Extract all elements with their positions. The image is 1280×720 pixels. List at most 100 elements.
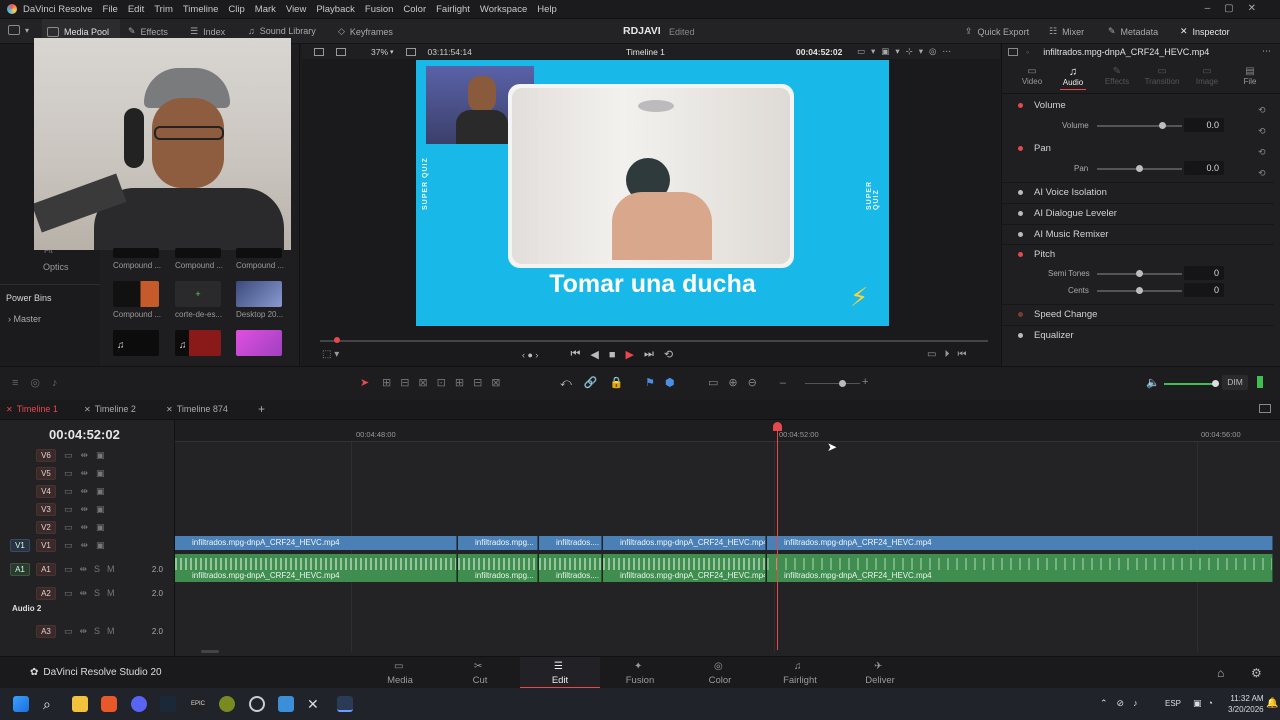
ai-music-remixer[interactable]: AI Music Remixer [1002,224,1274,244]
home-icon[interactable]: ⌂ [1217,666,1224,680]
sound-library-button[interactable]: ♫ Sound Library [248,26,316,36]
page-edit[interactable]: ☰ Edit [520,657,600,689]
flag-marker-icons[interactable]: ⚑⬢ [645,376,684,389]
horizontal-scrollbar[interactable] [201,650,219,653]
effects-button[interactable]: ✎ Effects [128,26,168,37]
layout-icons[interactable]: ▾ [8,25,29,35]
go-to-end-icon[interactable]: ⏭ [644,348,654,361]
menu-edit[interactable]: Edit [128,4,144,15]
loop-icon[interactable]: ⟲ [664,348,673,361]
media-item[interactable]: ♫ [175,330,221,356]
davinci-taskbar-icon[interactable] [337,696,353,712]
tab-effects[interactable]: ✎ Effects [1104,66,1130,86]
epic-games-icon[interactable]: EPIC [190,696,206,712]
tab-image[interactable]: ▭ Image [1194,66,1220,86]
playhead[interactable] [773,422,782,650]
menu-help[interactable]: Help [537,4,557,15]
page-fairlight[interactable]: ♫ Fairlight [760,657,840,689]
capcut-icon[interactable]: ✕ [307,696,323,712]
media-item[interactable]: ♫ [113,330,159,356]
timeline-ruler[interactable]: 00:04:48:00 00:04:52:00 00:04:56:00 [175,420,1280,442]
selection-tool-icon[interactable]: ➤ [360,376,369,389]
menu-trim[interactable]: Trim [154,4,173,15]
audio-clip[interactable]: infiltrados.mpg-dnpA_CRF24_HEVC.mp4 [175,554,457,582]
settings-gear-icon[interactable]: ⚙ [1251,666,1262,680]
steam-icon[interactable] [160,696,176,712]
media-item[interactable]: + corte-de-es... [175,281,225,319]
media-item[interactable]: Compound ... [175,248,225,270]
equalizer-section[interactable]: Equalizer [1002,325,1274,345]
menu-playback[interactable]: Playback [316,4,355,15]
timeline-view-icons[interactable]: ≡◎♪ [12,376,70,389]
notifications-icon[interactable]: 🔔 [1266,698,1278,709]
bin-optics[interactable]: Optics [43,262,69,272]
track-a3[interactable]: A3 ▭⇹SM 2.0 [0,622,175,640]
track-v5[interactable]: V5 ▭⇹▣ [0,464,175,482]
zoom-slider[interactable] [805,380,860,387]
video-clip[interactable]: infiltrados.mpg-dnpA_CRF24_HEVC.mp4 [175,536,457,550]
video-clip[interactable]: infiltrados.mpg-dnpA_CRF24_HEVC.mp4 [767,536,1273,550]
zoom-mode-icons[interactable]: ▭⊕⊖ – [708,376,796,389]
media-item[interactable]: Desktop 20... [236,281,286,319]
stop-icon[interactable]: ■ [609,349,616,361]
metadata-button[interactable]: ✎ Metadata [1108,26,1158,37]
play-icon[interactable]: ▶ [625,348,633,361]
tray-icons[interactable]: ⌃⊘♪ [1100,698,1147,709]
menu-color[interactable]: Color [403,4,426,15]
jog-icon[interactable]: ‹ ● › [522,350,538,360]
discord-icon[interactable] [131,696,147,712]
media-item[interactable]: Compound ... [113,281,163,319]
viewer-zoom[interactable]: 37% [371,47,388,57]
pitch-section[interactable]: Pitch [1002,244,1274,264]
audio-clip[interactable]: infiltrados.... [539,554,602,582]
window-controls[interactable]: –▢✕ [1205,3,1270,14]
page-deliver[interactable]: ✈ Deliver [840,657,920,689]
track-a2[interactable]: A2 ▭⇹SM 2.0 [0,584,175,602]
media-item[interactable] [236,330,282,356]
volume-slider[interactable] [1097,122,1182,129]
menu-view[interactable]: View [286,4,306,15]
dim-button[interactable]: DIM [1222,375,1248,390]
viewer-right-icons[interactable]: ▭⏵⏮ [927,349,974,360]
clock[interactable]: 11:32 AM 3/20/2026 [1228,693,1264,715]
audio-clip[interactable]: infiltrados.mpg-dnpA_CRF24_HEVC.mp4 [767,554,1273,582]
media-item[interactable]: Compound ... [113,248,163,270]
menu-timeline[interactable]: Timeline [183,4,219,15]
ai-voice-isolation[interactable]: AI Voice Isolation [1002,182,1274,202]
track-v4[interactable]: V4 ▭⇹▣ [0,482,175,500]
brave-icon[interactable] [101,696,117,712]
reset-icons[interactable]: ⟲ ⟲ ⟲ ⟲ [1258,100,1266,184]
menu-clip[interactable]: Clip [228,4,244,15]
audio-clip[interactable]: infiltrados.mpg... [458,554,538,582]
track-v6[interactable]: V6 ▭⇹▣ [0,446,175,464]
tab-video[interactable]: ▭ Video [1020,66,1044,86]
tab-transition[interactable]: ▭ Transition [1142,66,1182,86]
viewer-scrubber[interactable] [320,337,988,343]
windows-start-icon[interactable] [13,696,29,712]
pan-value[interactable]: 0.0 [1184,161,1224,175]
track-v1[interactable]: V1 V1 ▭⇹▣ [0,536,175,554]
quick-export-button[interactable]: ⇪ Quick Export [965,26,1029,37]
tab-timeline-2[interactable]: ✕ Timeline 2 [84,404,136,414]
volume-value[interactable]: 0.0 [1184,118,1224,132]
timeline-area[interactable]: 00:04:48:00 00:04:52:00 00:04:56:00 infi… [175,420,1280,656]
app-icon-2[interactable] [249,696,265,712]
add-timeline-icon[interactable]: + [258,402,265,416]
viewer-timeline-name[interactable]: Timeline 1 [626,47,665,57]
page-fusion[interactable]: ✦ Fusion [600,657,680,689]
file-explorer-icon[interactable] [72,696,88,712]
go-to-start-icon[interactable]: ⏮ [570,348,580,361]
inspector-layout-icon[interactable] [1008,47,1018,56]
more-icon[interactable]: ⋯ [1262,46,1271,57]
viewer-options-icons[interactable]: ▭▾▣▾⊹▾◎⋯ [857,46,957,57]
media-item[interactable]: Compound ... [236,248,286,270]
snap-link-lock-icons[interactable]: ⤺🔗🔒 [560,376,635,390]
viewer-size-icon[interactable] [405,47,416,56]
bin-master[interactable]: › Master [8,314,41,324]
zoom-in-icon[interactable]: + [862,376,868,388]
tab-timeline-1[interactable]: ✕ Timeline 1 [6,404,58,414]
index-button[interactable]: ☰ Index [190,26,225,37]
network-sound-icons[interactable]: ▣◔ [1193,698,1219,709]
track-v2[interactable]: V2 ▭⇹▣ [0,518,175,536]
tab-file[interactable]: ▤ File [1238,66,1262,86]
